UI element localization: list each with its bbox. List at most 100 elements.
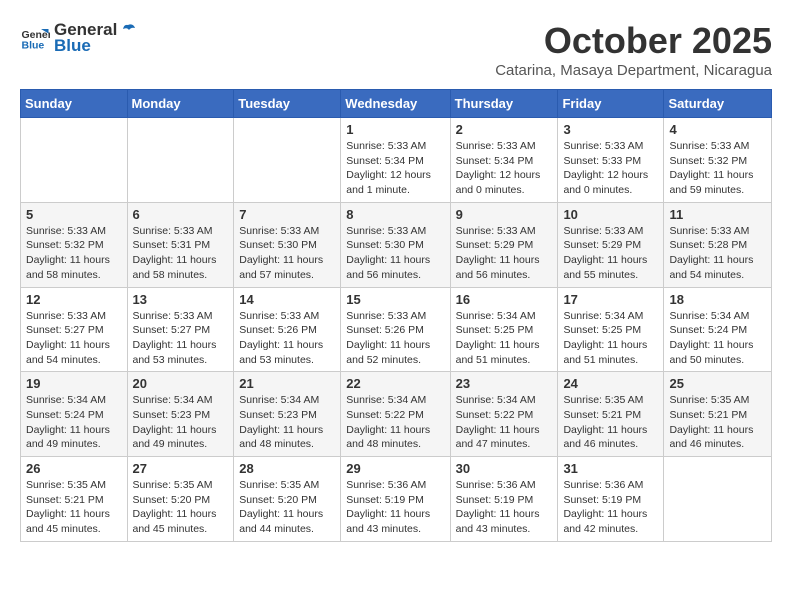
day-info: Sunrise: 5:33 AMSunset: 5:29 PMDaylight:… bbox=[456, 224, 553, 283]
calendar-day-9: 9 Sunrise: 5:33 AMSunset: 5:29 PMDaylight… bbox=[450, 202, 558, 287]
calendar-day-29: 29 Sunrise: 5:36 AMSunset: 5:19 PMDayligh… bbox=[341, 457, 450, 542]
location-subtitle: Catarina, Masaya Department, Nicaragua bbox=[495, 62, 772, 79]
calendar-day-26: 26 Sunrise: 5:35 AMSunset: 5:21 PMDayligh… bbox=[21, 457, 128, 542]
day-number: 14 bbox=[239, 292, 335, 307]
day-info: Sunrise: 5:36 AMSunset: 5:19 PMDaylight:… bbox=[563, 478, 658, 537]
day-number: 27 bbox=[133, 461, 229, 476]
day-info: Sunrise: 5:36 AMSunset: 5:19 PMDaylight:… bbox=[456, 478, 553, 537]
calendar-day-13: 13Sunrise: 5:33 AMSunset: 5:27 PMDayligh… bbox=[127, 287, 234, 372]
day-number: 26 bbox=[26, 461, 122, 476]
calendar-day-8: 8 Sunrise: 5:33 AMSunset: 5:30 PMDaylight… bbox=[341, 202, 450, 287]
weekday-header-saturday: Saturday bbox=[664, 90, 772, 118]
day-info: Sunrise: 5:36 AMSunset: 5:19 PMDaylight:… bbox=[346, 478, 444, 537]
day-number: 6 bbox=[133, 207, 229, 222]
calendar-empty-cell bbox=[21, 118, 128, 203]
day-info: Sunrise: 5:33 AMSunset: 5:31 PMDaylight:… bbox=[133, 224, 229, 283]
weekday-header-monday: Monday bbox=[127, 90, 234, 118]
calendar-day-19: 19 Sunrise: 5:34 AMSunset: 5:24 PMDayligh… bbox=[21, 372, 128, 457]
calendar-empty-cell bbox=[127, 118, 234, 203]
day-info: Sunrise: 5:33 AMSunset: 5:27 PMDaylight:… bbox=[26, 309, 122, 368]
day-info: Sunrise: 5:34 AMSunset: 5:23 PMDaylight:… bbox=[239, 393, 335, 452]
day-info: Sunrise: 5:34 AMSunset: 5:22 PMDaylight:… bbox=[346, 393, 444, 452]
calendar-header-row: SundayMondayTuesdayWednesdayThursdayFrid… bbox=[21, 90, 772, 118]
day-number: 1 bbox=[346, 122, 444, 137]
logo-icon: General Blue bbox=[20, 23, 50, 53]
logo-bird-icon bbox=[119, 21, 137, 39]
day-info: Sunrise: 5:33 AMSunset: 5:30 PMDaylight:… bbox=[346, 224, 444, 283]
calendar-day-1: 1 Sunrise: 5:33 AMSunset: 5:34 PMDaylight… bbox=[341, 118, 450, 203]
calendar-day-28: 28 Sunrise: 5:35 AMSunset: 5:20 PMDayligh… bbox=[234, 457, 341, 542]
calendar-day-5: 5Sunrise: 5:33 AMSunset: 5:32 PMDaylight… bbox=[21, 202, 128, 287]
day-number: 22 bbox=[346, 376, 444, 391]
day-number: 2 bbox=[456, 122, 553, 137]
calendar-week-row: 19 Sunrise: 5:34 AMSunset: 5:24 PMDayligh… bbox=[21, 372, 772, 457]
day-number: 9 bbox=[456, 207, 553, 222]
calendar-day-24: 24 Sunrise: 5:35 AMSunset: 5:21 PMDayligh… bbox=[558, 372, 664, 457]
calendar-day-2: 2 Sunrise: 5:33 AMSunset: 5:34 PMDaylight… bbox=[450, 118, 558, 203]
day-number: 11 bbox=[669, 207, 766, 222]
day-info: Sunrise: 5:33 AMSunset: 5:27 PMDaylight:… bbox=[133, 309, 229, 368]
calendar-week-row: 1 Sunrise: 5:33 AMSunset: 5:34 PMDaylight… bbox=[21, 118, 772, 203]
calendar-day-30: 30 Sunrise: 5:36 AMSunset: 5:19 PMDayligh… bbox=[450, 457, 558, 542]
day-number: 28 bbox=[239, 461, 335, 476]
day-number: 18 bbox=[669, 292, 766, 307]
day-info: Sunrise: 5:34 AMSunset: 5:22 PMDaylight:… bbox=[456, 393, 553, 452]
day-info: Sunrise: 5:33 AMSunset: 5:28 PMDaylight:… bbox=[669, 224, 766, 283]
day-info: Sunrise: 5:33 AMSunset: 5:32 PMDaylight:… bbox=[26, 224, 122, 283]
day-info: Sunrise: 5:34 AMSunset: 5:23 PMDaylight:… bbox=[133, 393, 229, 452]
calendar-day-12: 12Sunrise: 5:33 AMSunset: 5:27 PMDayligh… bbox=[21, 287, 128, 372]
day-number: 30 bbox=[456, 461, 553, 476]
day-info: Sunrise: 5:33 AMSunset: 5:34 PMDaylight:… bbox=[456, 139, 553, 198]
calendar-day-21: 21Sunrise: 5:34 AMSunset: 5:23 PMDayligh… bbox=[234, 372, 341, 457]
weekday-header-tuesday: Tuesday bbox=[234, 90, 341, 118]
page-header: General Blue General Blue October 2025 C… bbox=[20, 20, 772, 79]
calendar-day-7: 7Sunrise: 5:33 AMSunset: 5:30 PMDaylight… bbox=[234, 202, 341, 287]
day-number: 31 bbox=[563, 461, 658, 476]
day-info: Sunrise: 5:33 AMSunset: 5:26 PMDaylight:… bbox=[346, 309, 444, 368]
day-number: 16 bbox=[456, 292, 553, 307]
day-info: Sunrise: 5:35 AMSunset: 5:20 PMDaylight:… bbox=[239, 478, 335, 537]
day-info: Sunrise: 5:33 AMSunset: 5:30 PMDaylight:… bbox=[239, 224, 335, 283]
day-info: Sunrise: 5:35 AMSunset: 5:21 PMDaylight:… bbox=[26, 478, 122, 537]
calendar-day-4: 4 Sunrise: 5:33 AMSunset: 5:32 PMDaylight… bbox=[664, 118, 772, 203]
day-number: 17 bbox=[563, 292, 658, 307]
calendar-day-16: 16Sunrise: 5:34 AMSunset: 5:25 PMDayligh… bbox=[450, 287, 558, 372]
day-number: 24 bbox=[563, 376, 658, 391]
calendar-day-10: 10 Sunrise: 5:33 AMSunset: 5:29 PMDayligh… bbox=[558, 202, 664, 287]
day-number: 19 bbox=[26, 376, 122, 391]
day-info: Sunrise: 5:35 AMSunset: 5:21 PMDaylight:… bbox=[669, 393, 766, 452]
day-info: Sunrise: 5:33 AMSunset: 5:32 PMDaylight:… bbox=[669, 139, 766, 198]
day-info: Sunrise: 5:34 AMSunset: 5:24 PMDaylight:… bbox=[669, 309, 766, 368]
day-info: Sunrise: 5:34 AMSunset: 5:24 PMDaylight:… bbox=[26, 393, 122, 452]
weekday-header-friday: Friday bbox=[558, 90, 664, 118]
day-number: 10 bbox=[563, 207, 658, 222]
calendar-day-17: 17 Sunrise: 5:34 AMSunset: 5:25 PMDayligh… bbox=[558, 287, 664, 372]
day-info: Sunrise: 5:33 AMSunset: 5:33 PMDaylight:… bbox=[563, 139, 658, 198]
calendar-day-15: 15Sunrise: 5:33 AMSunset: 5:26 PMDayligh… bbox=[341, 287, 450, 372]
day-number: 8 bbox=[346, 207, 444, 222]
day-number: 29 bbox=[346, 461, 444, 476]
calendar-day-14: 14Sunrise: 5:33 AMSunset: 5:26 PMDayligh… bbox=[234, 287, 341, 372]
calendar-week-row: 12Sunrise: 5:33 AMSunset: 5:27 PMDayligh… bbox=[21, 287, 772, 372]
day-info: Sunrise: 5:34 AMSunset: 5:25 PMDaylight:… bbox=[563, 309, 658, 368]
calendar-day-20: 20 Sunrise: 5:34 AMSunset: 5:23 PMDayligh… bbox=[127, 372, 234, 457]
month-title: October 2025 bbox=[495, 20, 772, 62]
day-number: 20 bbox=[133, 376, 229, 391]
day-info: Sunrise: 5:35 AMSunset: 5:20 PMDaylight:… bbox=[133, 478, 229, 537]
calendar-day-22: 22 Sunrise: 5:34 AMSunset: 5:22 PMDayligh… bbox=[341, 372, 450, 457]
day-info: Sunrise: 5:35 AMSunset: 5:21 PMDaylight:… bbox=[563, 393, 658, 452]
day-number: 3 bbox=[563, 122, 658, 137]
day-info: Sunrise: 5:33 AMSunset: 5:29 PMDaylight:… bbox=[563, 224, 658, 283]
day-info: Sunrise: 5:33 AMSunset: 5:34 PMDaylight:… bbox=[346, 139, 444, 198]
title-area: October 2025 Catarina, Masaya Department… bbox=[495, 20, 772, 79]
calendar-week-row: 26 Sunrise: 5:35 AMSunset: 5:21 PMDayligh… bbox=[21, 457, 772, 542]
calendar-day-18: 18 Sunrise: 5:34 AMSunset: 5:24 PMDayligh… bbox=[664, 287, 772, 372]
calendar-day-3: 3 Sunrise: 5:33 AMSunset: 5:33 PMDaylight… bbox=[558, 118, 664, 203]
calendar-empty-cell bbox=[664, 457, 772, 542]
calendar-day-6: 6 Sunrise: 5:33 AMSunset: 5:31 PMDaylight… bbox=[127, 202, 234, 287]
calendar-empty-cell bbox=[234, 118, 341, 203]
calendar-table: SundayMondayTuesdayWednesdayThursdayFrid… bbox=[20, 89, 772, 542]
calendar-day-31: 31 Sunrise: 5:36 AMSunset: 5:19 PMDayligh… bbox=[558, 457, 664, 542]
logo: General Blue General Blue bbox=[20, 20, 137, 56]
day-number: 4 bbox=[669, 122, 766, 137]
